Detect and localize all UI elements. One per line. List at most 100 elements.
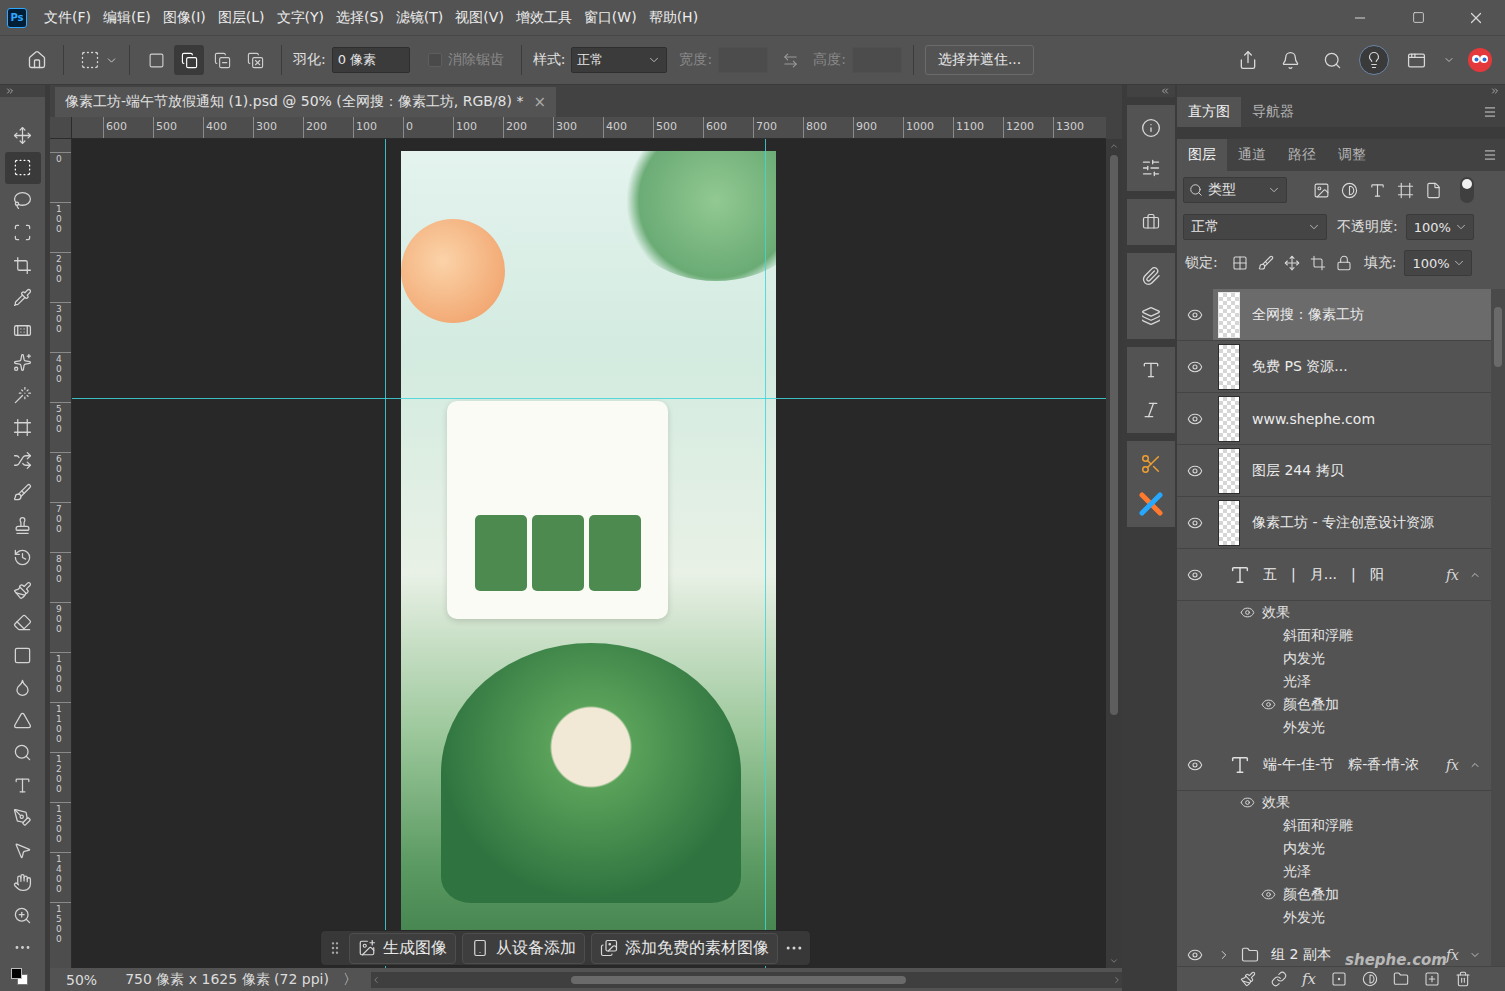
menu-item[interactable]: 增效工具 [510, 0, 578, 35]
minimize-icon[interactable] [1352, 10, 1368, 26]
effect-eye[interactable] [1260, 910, 1276, 926]
layer-body[interactable]: 像素工坊 - 专注创意设计资源 [1213, 497, 1491, 548]
layer-row[interactable]: www.shephe.com [1177, 393, 1491, 445]
scroll-up-icon[interactable] [1109, 141, 1119, 151]
layer-fx[interactable]: fx [1446, 757, 1459, 773]
workspace-icon[interactable] [1407, 51, 1426, 70]
pixel-filter-icon[interactable] [1313, 182, 1330, 199]
close-button[interactable] [1447, 0, 1505, 35]
document-tab[interactable]: 像素工坊-端午节放假通知 (1).psd @ 50% (全网搜：像素工坊, RG… [55, 87, 556, 117]
healing-tool-icon[interactable] [13, 321, 32, 340]
scroll-right-icon[interactable] [1112, 975, 1122, 985]
lock-position-icon[interactable] [1284, 255, 1300, 271]
eye-icon[interactable] [1240, 605, 1255, 620]
panel-tab[interactable]: 通道 [1227, 139, 1277, 171]
document-image[interactable] [401, 151, 776, 963]
effect-row[interactable]: 颜色叠加 [1177, 883, 1491, 906]
intersect-selection-icon[interactable] [247, 52, 264, 69]
eye-icon[interactable] [1261, 887, 1276, 902]
plugin-button[interactable] [1136, 491, 1166, 517]
collapse-icon[interactable] [1490, 86, 1500, 96]
fill-input[interactable]: 100% [1404, 250, 1472, 276]
more-icon[interactable] [784, 938, 804, 958]
eye-icon[interactable] [1187, 567, 1203, 583]
add-selection-icon[interactable] [181, 52, 198, 69]
tool-button[interactable] [5, 542, 41, 575]
menu-item[interactable]: 文字(Y) [271, 0, 330, 35]
tool-button[interactable] [5, 802, 41, 835]
zoom-tool-icon[interactable] [13, 906, 32, 925]
stamp-tool-icon[interactable] [13, 516, 32, 535]
menu-item[interactable]: 文件(F) [38, 0, 97, 35]
tool-button[interactable] [5, 249, 41, 282]
tool-button[interactable] [5, 119, 41, 152]
effect-eye[interactable] [1239, 795, 1255, 811]
share-icon[interactable] [1238, 50, 1258, 70]
font-icon[interactable] [1141, 400, 1161, 420]
character-button[interactable] [1136, 357, 1166, 383]
selection-mode-button[interactable] [141, 45, 171, 75]
guide-line[interactable] [72, 398, 1106, 399]
share-button[interactable] [1233, 45, 1263, 75]
maximize-icon[interactable] [1412, 11, 1425, 24]
effect-row[interactable]: 内发光 [1177, 647, 1491, 670]
zoom-level[interactable]: 50% [66, 972, 97, 988]
new-selection-icon[interactable] [148, 52, 165, 69]
effect-eye[interactable] [1260, 674, 1276, 690]
effect-row[interactable]: 斜面和浮雕 [1177, 624, 1491, 647]
marquee-tool-icon[interactable] [13, 158, 32, 177]
add-style-button[interactable]: fx [1302, 970, 1316, 988]
layer-body[interactable]: 五 | 月... | 阳fx [1213, 549, 1491, 600]
effect-eye[interactable] [1260, 720, 1276, 736]
tool-button[interactable] [5, 769, 41, 802]
search-button[interactable] [1317, 45, 1347, 75]
width-input[interactable] [718, 47, 768, 73]
menu-icon[interactable] [1483, 148, 1497, 162]
shape-filter-icon[interactable] [1397, 182, 1414, 199]
color-swatches[interactable] [7, 966, 39, 988]
guide-line[interactable] [385, 139, 386, 968]
frame-tool-icon[interactable] [13, 418, 32, 437]
eye-icon[interactable] [1187, 411, 1203, 427]
dodge-tool-icon[interactable] [13, 743, 32, 762]
sliders-icon[interactable] [1141, 158, 1161, 178]
tab-close[interactable]: × [533, 93, 546, 111]
layer-row[interactable]: 图层 244 拷贝 [1177, 445, 1491, 497]
plugin-icon[interactable] [1141, 306, 1161, 326]
eye-icon[interactable] [1187, 307, 1203, 323]
effect-row[interactable]: 光泽 [1177, 860, 1491, 883]
effects-toggle-icon[interactable] [1469, 949, 1481, 961]
visibility-toggle[interactable] [1177, 549, 1213, 600]
visibility-toggle[interactable] [1177, 393, 1213, 444]
menu-item[interactable]: 图层(L) [212, 0, 271, 35]
taskbar-button[interactable]: 添加免费的素材图像 [591, 933, 778, 964]
tool-button[interactable] [5, 574, 41, 607]
history-brush-tool-icon[interactable] [13, 548, 32, 567]
visibility-toggle[interactable] [1177, 445, 1213, 496]
visibility-toggle[interactable] [1177, 289, 1213, 340]
lock-pixels-icon[interactable] [1258, 255, 1274, 271]
effect-eye[interactable] [1260, 651, 1276, 667]
panels-collapse[interactable] [1177, 85, 1505, 97]
visibility-toggle[interactable] [1177, 497, 1213, 548]
library-button[interactable] [1136, 209, 1166, 235]
eye-icon[interactable] [1240, 795, 1255, 810]
plugin-button[interactable] [1136, 263, 1166, 289]
menu-item[interactable]: 窗口(W) [578, 0, 643, 35]
tool-button[interactable] [5, 347, 41, 380]
type-filter-icon[interactable] [1369, 182, 1386, 199]
layer-body[interactable]: www.shephe.com [1213, 393, 1491, 444]
avatar-icon[interactable] [1467, 47, 1493, 73]
expand-icon[interactable] [5, 86, 15, 96]
adjustment-layer-icon[interactable] [1362, 971, 1378, 987]
visibility-toggle[interactable] [1177, 929, 1213, 966]
workspace-button[interactable] [1401, 45, 1431, 75]
effect-eye[interactable] [1239, 605, 1255, 621]
blend-mode-select[interactable]: 正常 [1183, 214, 1327, 240]
layer-body[interactable]: 全网搜：像素工坊 [1213, 289, 1491, 340]
gradient-tool-icon[interactable] [13, 646, 32, 665]
selection-mode-button[interactable] [207, 45, 237, 75]
effect-row[interactable]: 斜面和浮雕 [1177, 814, 1491, 837]
eye-icon[interactable] [1187, 757, 1203, 773]
tool-button[interactable] [5, 867, 41, 900]
